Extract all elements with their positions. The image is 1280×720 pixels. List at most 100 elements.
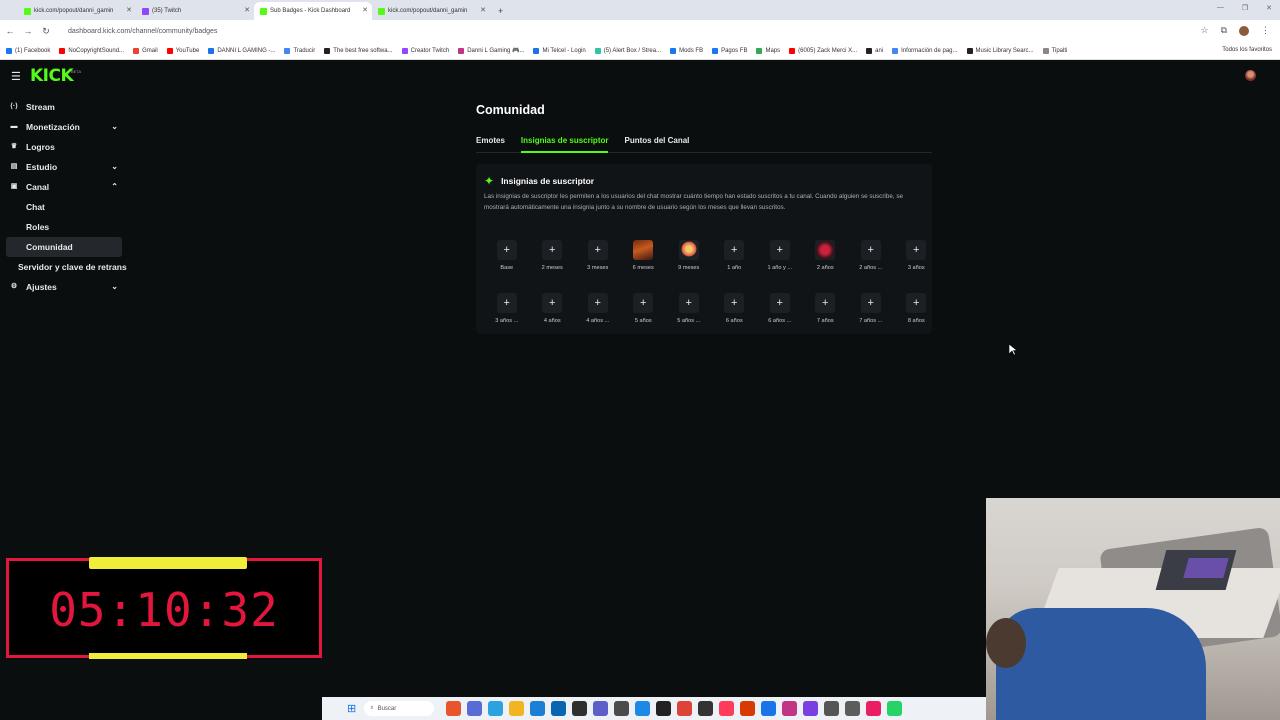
taskbar-search[interactable]: ⌕ Buscar: [364, 701, 435, 716]
add-badge-button[interactable]: +: [542, 293, 563, 313]
tab-channel-points[interactable]: Puntos del Canal: [624, 133, 689, 153]
sidebar-item-settings[interactable]: ⚙ Ajustes ⌄: [0, 277, 128, 297]
taskbar-app-icon[interactable]: [698, 701, 714, 716]
maximize-icon[interactable]: ❐: [1242, 4, 1248, 12]
sidebar-subitem-comunidad[interactable]: Comunidad: [6, 237, 122, 257]
badge-image[interactable]: [815, 240, 836, 260]
add-badge-button[interactable]: +: [587, 240, 608, 260]
reload-icon[interactable]: ↻: [38, 26, 54, 37]
add-badge-button[interactable]: +: [678, 293, 699, 313]
taskbar-app-icon[interactable]: [782, 701, 798, 716]
browser-tab[interactable]: (35) Twitch ✕: [136, 2, 254, 20]
bookmark-item[interactable]: Gmail: [133, 47, 158, 54]
profile-avatar[interactable]: [1239, 25, 1249, 36]
minimize-icon[interactable]: —: [1217, 4, 1224, 12]
tab-close-icon[interactable]: ✕: [362, 6, 368, 14]
add-badge-button[interactable]: +: [496, 240, 517, 260]
add-badge-button[interactable]: +: [769, 240, 790, 260]
add-badge-button[interactable]: +: [815, 293, 836, 313]
bookmark-item[interactable]: DANNI L GAMING -...: [208, 47, 275, 54]
add-badge-button[interactable]: +: [906, 293, 927, 313]
tab-close-icon[interactable]: ✕: [126, 6, 132, 14]
browser-tab[interactable]: kick.com/popout/danni_gamin ✕: [18, 2, 136, 20]
taskbar-app-icon[interactable]: [803, 701, 819, 716]
tab-emotes[interactable]: Emotes: [476, 133, 505, 153]
taskbar-app-icon[interactable]: [593, 701, 609, 716]
taskbar-app-icon[interactable]: [488, 701, 504, 716]
taskbar-app-icon[interactable]: [866, 701, 882, 716]
bookmark-item[interactable]: (6005) Zack Merci X...: [789, 47, 857, 54]
user-avatar[interactable]: [1245, 70, 1256, 81]
tab-close-icon[interactable]: ✕: [244, 6, 250, 14]
bookmark-item[interactable]: (5) Alert Box / Strea...: [594, 47, 661, 54]
taskbar-app-icon[interactable]: [824, 701, 840, 716]
bookmark-item[interactable]: ani: [866, 47, 883, 54]
sidebar-item-estudio[interactable]: ▤ Estudio ⌄: [0, 157, 128, 177]
chevron-up-icon[interactable]: ⌃: [111, 182, 118, 191]
url-field[interactable]: dashboard.kick.com/channel/community/bad…: [68, 28, 217, 35]
badge-image[interactable]: [633, 240, 654, 260]
new-tab-button[interactable]: +: [498, 6, 503, 16]
taskbar-app-icon[interactable]: [467, 701, 483, 716]
extensions-icon[interactable]: ⧉: [1221, 25, 1227, 36]
forward-icon[interactable]: →: [20, 26, 36, 36]
add-badge-button[interactable]: +: [587, 293, 608, 313]
add-badge-button[interactable]: +: [633, 293, 654, 313]
taskbar-app-icon[interactable]: [572, 701, 588, 716]
add-badge-button[interactable]: +: [860, 293, 881, 313]
tab-close-icon[interactable]: ✕: [480, 6, 486, 14]
taskbar-app-icon[interactable]: [635, 701, 651, 716]
taskbar-app-icon[interactable]: [887, 701, 903, 716]
add-badge-button[interactable]: +: [542, 240, 563, 260]
bookmark-item[interactable]: Danni L Gaming 🎮...: [458, 47, 524, 54]
bookmark-item[interactable]: Maps: [756, 47, 780, 54]
chevron-down-icon[interactable]: ⌄: [111, 282, 118, 291]
bookmark-item[interactable]: Información de pag...: [892, 47, 958, 54]
kick-logo[interactable]: KICK: [30, 66, 74, 86]
taskbar-app-icon[interactable]: [530, 701, 546, 716]
taskbar-app-icon[interactable]: [446, 701, 462, 716]
bookmark-item[interactable]: NoCopyrightSound...: [59, 47, 124, 54]
add-badge-button[interactable]: +: [724, 293, 745, 313]
close-window-icon[interactable]: ✕: [1266, 4, 1272, 12]
bookmark-item[interactable]: Tipalti: [1042, 47, 1067, 54]
all-bookmarks-button[interactable]: Todos los favoritos: [1222, 47, 1272, 53]
taskbar-app-icon[interactable]: [677, 701, 693, 716]
tab-sub-badges[interactable]: Insignias de suscriptor: [520, 133, 609, 153]
menu-dots-icon[interactable]: ⋮: [1261, 25, 1270, 36]
taskbar-app-icon[interactable]: [509, 701, 525, 716]
bookmark-item[interactable]: Mods FB: [670, 47, 703, 54]
add-badge-button[interactable]: +: [769, 293, 790, 313]
sidebar-subitem-chat[interactable]: Chat: [6, 197, 122, 217]
taskbar-app-icon[interactable]: [740, 701, 756, 716]
windows-start-icon[interactable]: ⊞: [347, 702, 356, 715]
bookmark-star-icon[interactable]: ☆: [1200, 25, 1208, 36]
taskbar-app-icon[interactable]: [719, 701, 735, 716]
bookmark-item[interactable]: Creator Twitch: [401, 47, 449, 54]
bookmark-item[interactable]: The best free softwa...: [324, 47, 393, 54]
hamburger-menu-icon[interactable]: ☰: [11, 70, 21, 83]
bookmark-item[interactable]: Mi Telcel - Login: [533, 47, 586, 54]
chevron-down-icon[interactable]: ⌄: [111, 162, 118, 171]
taskbar-app-icon[interactable]: [656, 701, 672, 716]
taskbar-app-icon[interactable]: [551, 701, 567, 716]
add-badge-button[interactable]: +: [860, 240, 881, 260]
sidebar-subitem-roles[interactable]: Roles: [6, 217, 122, 237]
bookmark-item[interactable]: Traducir: [284, 47, 315, 54]
chevron-down-icon[interactable]: ⌄: [111, 122, 118, 131]
add-badge-button[interactable]: +: [724, 240, 745, 260]
add-badge-button[interactable]: +: [496, 293, 517, 313]
badge-image[interactable]: [678, 240, 699, 260]
bookmark-item[interactable]: Pagos FB: [712, 47, 747, 54]
bookmark-item[interactable]: (1) Facebook: [6, 47, 50, 54]
back-icon[interactable]: ←: [2, 26, 18, 36]
sidebar-item-canal[interactable]: ▣ Canal ⌃: [0, 177, 128, 197]
sidebar-item-logros[interactable]: ♛ Logros: [0, 137, 128, 157]
bookmark-item[interactable]: Music Library Searc...: [966, 47, 1034, 54]
sidebar-item-stream[interactable]: ⟨·⟩ Stream: [0, 97, 128, 117]
taskbar-app-icon[interactable]: [845, 701, 861, 716]
sidebar-item-stream-key[interactable]: Servidor y clave de retrans: [0, 257, 128, 277]
add-badge-button[interactable]: +: [906, 240, 927, 260]
taskbar-app-icon[interactable]: [761, 701, 777, 716]
browser-tab[interactable]: kick.com/popout/danni_gamin ✕: [372, 2, 490, 20]
